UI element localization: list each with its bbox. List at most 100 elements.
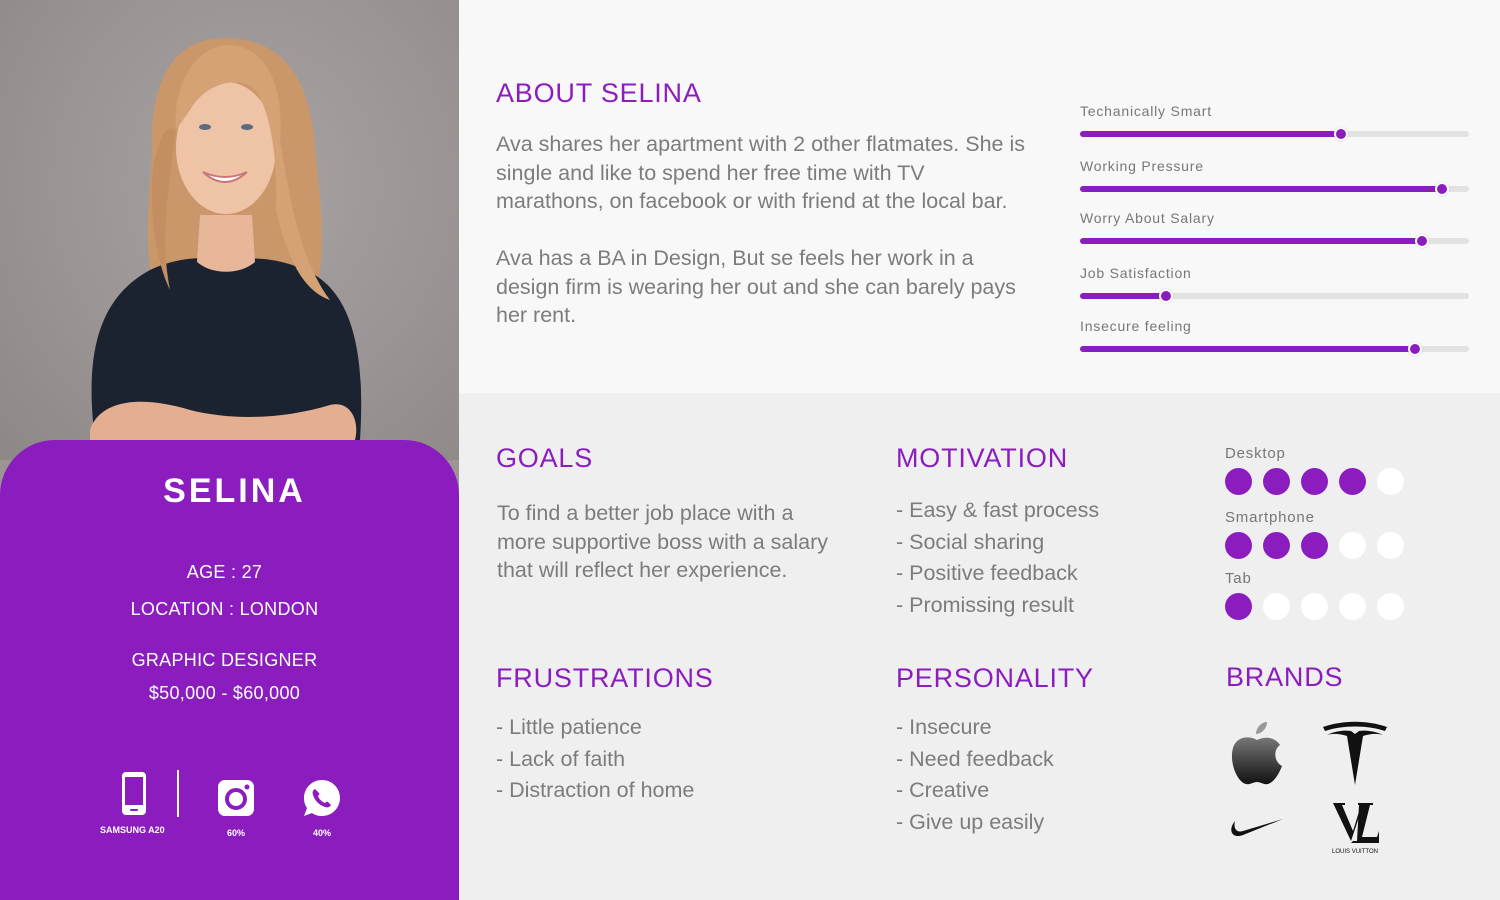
device-phone: SAMSUNG A20 bbox=[100, 770, 165, 835]
apple-logo bbox=[1231, 722, 1282, 785]
nike-logo bbox=[1231, 819, 1283, 837]
rating-dot-empty bbox=[1339, 593, 1366, 620]
rating-dot-empty bbox=[1301, 593, 1328, 620]
trait-slider: Techanically Smart bbox=[1080, 103, 1470, 141]
trait-slider: Job Satisfaction bbox=[1080, 265, 1470, 303]
persona-card: SELINA AGE : 27 LOCATION : LONDON GRAPHI… bbox=[0, 440, 459, 900]
smartphone-icon bbox=[122, 772, 147, 815]
trait-label: Worry About Salary bbox=[1080, 210, 1215, 226]
persona-occupation: GRAPHIC DESIGNER bbox=[131, 650, 318, 670]
usage-label: Smartphone bbox=[1225, 509, 1315, 526]
slider-track[interactable] bbox=[1080, 127, 1469, 141]
instagram-icon bbox=[218, 780, 254, 816]
trait-slider: Working Pressure bbox=[1080, 158, 1470, 196]
about-text: Ava shares her apartment with 2 other fl… bbox=[496, 130, 1036, 330]
personality-title: PERSONALITY bbox=[896, 663, 1094, 693]
divider bbox=[177, 770, 179, 817]
slider-thumb[interactable] bbox=[1434, 182, 1449, 196]
slider-fill bbox=[1080, 238, 1423, 244]
slider-track[interactable] bbox=[1080, 342, 1469, 356]
list-item: - Insecure bbox=[896, 715, 992, 739]
about-title: ABOUT SELINA bbox=[496, 78, 702, 108]
trait-slider: Insecure feeling bbox=[1080, 318, 1470, 356]
rating-dot-filled bbox=[1225, 593, 1252, 620]
slider-thumb[interactable] bbox=[1415, 234, 1430, 248]
trait-label: Insecure feeling bbox=[1080, 318, 1192, 334]
instagram-usage-label: 60% bbox=[226, 828, 245, 838]
tesla-logo bbox=[1323, 721, 1387, 785]
slider-thumb[interactable] bbox=[1158, 289, 1173, 303]
slider-thumb[interactable] bbox=[1333, 127, 1348, 141]
list-item: - Social sharing bbox=[896, 529, 1045, 554]
about-paragraph: Ava has a BA in Design, But se feels her… bbox=[496, 246, 1016, 327]
motivation-list: - Easy & fast process - Social sharing -… bbox=[896, 495, 1099, 621]
rating-dot-empty bbox=[1263, 593, 1290, 620]
slider-track[interactable] bbox=[1080, 234, 1469, 248]
list-item: - Promissing result bbox=[896, 592, 1075, 617]
persona-name: SELINA bbox=[163, 472, 306, 510]
usage-row: Tab bbox=[1225, 570, 1404, 620]
slider-fill bbox=[1080, 346, 1415, 352]
usage-label: Desktop bbox=[1225, 445, 1286, 462]
usage-rating bbox=[1225, 593, 1404, 620]
persona-location: LOCATION : LONDON bbox=[130, 599, 319, 619]
portrait-illustration bbox=[90, 38, 362, 440]
rating-dot-empty bbox=[1377, 593, 1404, 620]
persona-sidebar: SELINA AGE : 27 LOCATION : LONDON GRAPHI… bbox=[0, 0, 459, 900]
rating-dot-empty bbox=[1377, 468, 1404, 495]
device-instagram: 60% bbox=[214, 778, 258, 838]
slider-fill bbox=[1080, 186, 1442, 192]
whatsapp-icon bbox=[304, 780, 340, 816]
usage-label: Tab bbox=[1225, 570, 1252, 587]
louis-vuitton-caption: LOUIS VUITTON bbox=[1332, 849, 1378, 855]
list-item: - Distraction of home bbox=[496, 778, 695, 802]
list-item: - Little patience bbox=[496, 715, 642, 739]
slider-fill bbox=[1080, 293, 1166, 299]
goals-text: To find a better job place with a more s… bbox=[497, 501, 829, 582]
about-paragraph: Ava shares her apartment with 2 other fl… bbox=[496, 132, 1026, 213]
device-list: SAMSUNG A20 60% 40% bbox=[0, 770, 459, 850]
list-item: - Need feedback bbox=[896, 746, 1054, 771]
frustrations-list: - Little patience - Lack of faith - Dist… bbox=[496, 712, 694, 807]
rating-dot-filled bbox=[1301, 468, 1328, 495]
slider-track[interactable] bbox=[1080, 182, 1469, 196]
details-section: GOALS To find a better job place with a … bbox=[459, 393, 1500, 900]
list-item: - Positive feedback bbox=[896, 561, 1078, 585]
persona-salary: $50,000 - $60,000 bbox=[148, 683, 301, 703]
slider-thumb[interactable] bbox=[1407, 342, 1422, 356]
trait-label: Job Satisfaction bbox=[1080, 265, 1192, 281]
louis-vuitton-logo: LOUIS VUITTON bbox=[1332, 803, 1379, 855]
list-item: - Creative bbox=[896, 778, 990, 802]
rating-dot-filled bbox=[1339, 468, 1366, 495]
usage-rating bbox=[1225, 532, 1404, 559]
rating-dot-filled bbox=[1225, 532, 1252, 559]
rating-dot-empty bbox=[1339, 532, 1366, 559]
list-item: - Easy & fast process bbox=[896, 498, 1100, 522]
device-phone-label: SAMSUNG A20 bbox=[100, 825, 165, 835]
device-whatsapp: 40% bbox=[300, 778, 344, 838]
list-item: - Lack of faith bbox=[496, 746, 626, 771]
rating-dot-empty bbox=[1377, 532, 1404, 559]
rating-dot-filled bbox=[1225, 468, 1252, 495]
whatsapp-usage-label: 40% bbox=[312, 828, 331, 838]
list-item: - Give up easily bbox=[896, 809, 1045, 834]
rating-dot-filled bbox=[1263, 468, 1290, 495]
slider-track[interactable] bbox=[1080, 289, 1469, 303]
trait-slider: Worry About Salary bbox=[1080, 210, 1470, 248]
goals-title: GOALS bbox=[496, 443, 594, 473]
brands-title: BRANDS bbox=[1226, 662, 1344, 692]
frustrations-title: FRUSTRATIONS bbox=[496, 663, 714, 693]
persona-age: AGE : 27 bbox=[186, 562, 263, 582]
usage-row: Smartphone bbox=[1225, 509, 1404, 559]
rating-dot-filled bbox=[1301, 532, 1328, 559]
about-section: ABOUT SELINA Ava shares her apartment wi… bbox=[459, 0, 1500, 393]
trait-label: Techanically Smart bbox=[1080, 103, 1212, 119]
portrait-photo bbox=[0, 0, 459, 460]
usage-row: Desktop bbox=[1225, 445, 1404, 495]
personality-list: - Insecure - Need feedback - Creative - … bbox=[896, 712, 1054, 838]
slider-fill bbox=[1080, 131, 1341, 137]
motivation-title: MOTIVATION bbox=[896, 443, 1068, 473]
trait-label: Working Pressure bbox=[1080, 158, 1204, 174]
usage-rating bbox=[1225, 468, 1404, 495]
rating-dot-filled bbox=[1263, 532, 1290, 559]
